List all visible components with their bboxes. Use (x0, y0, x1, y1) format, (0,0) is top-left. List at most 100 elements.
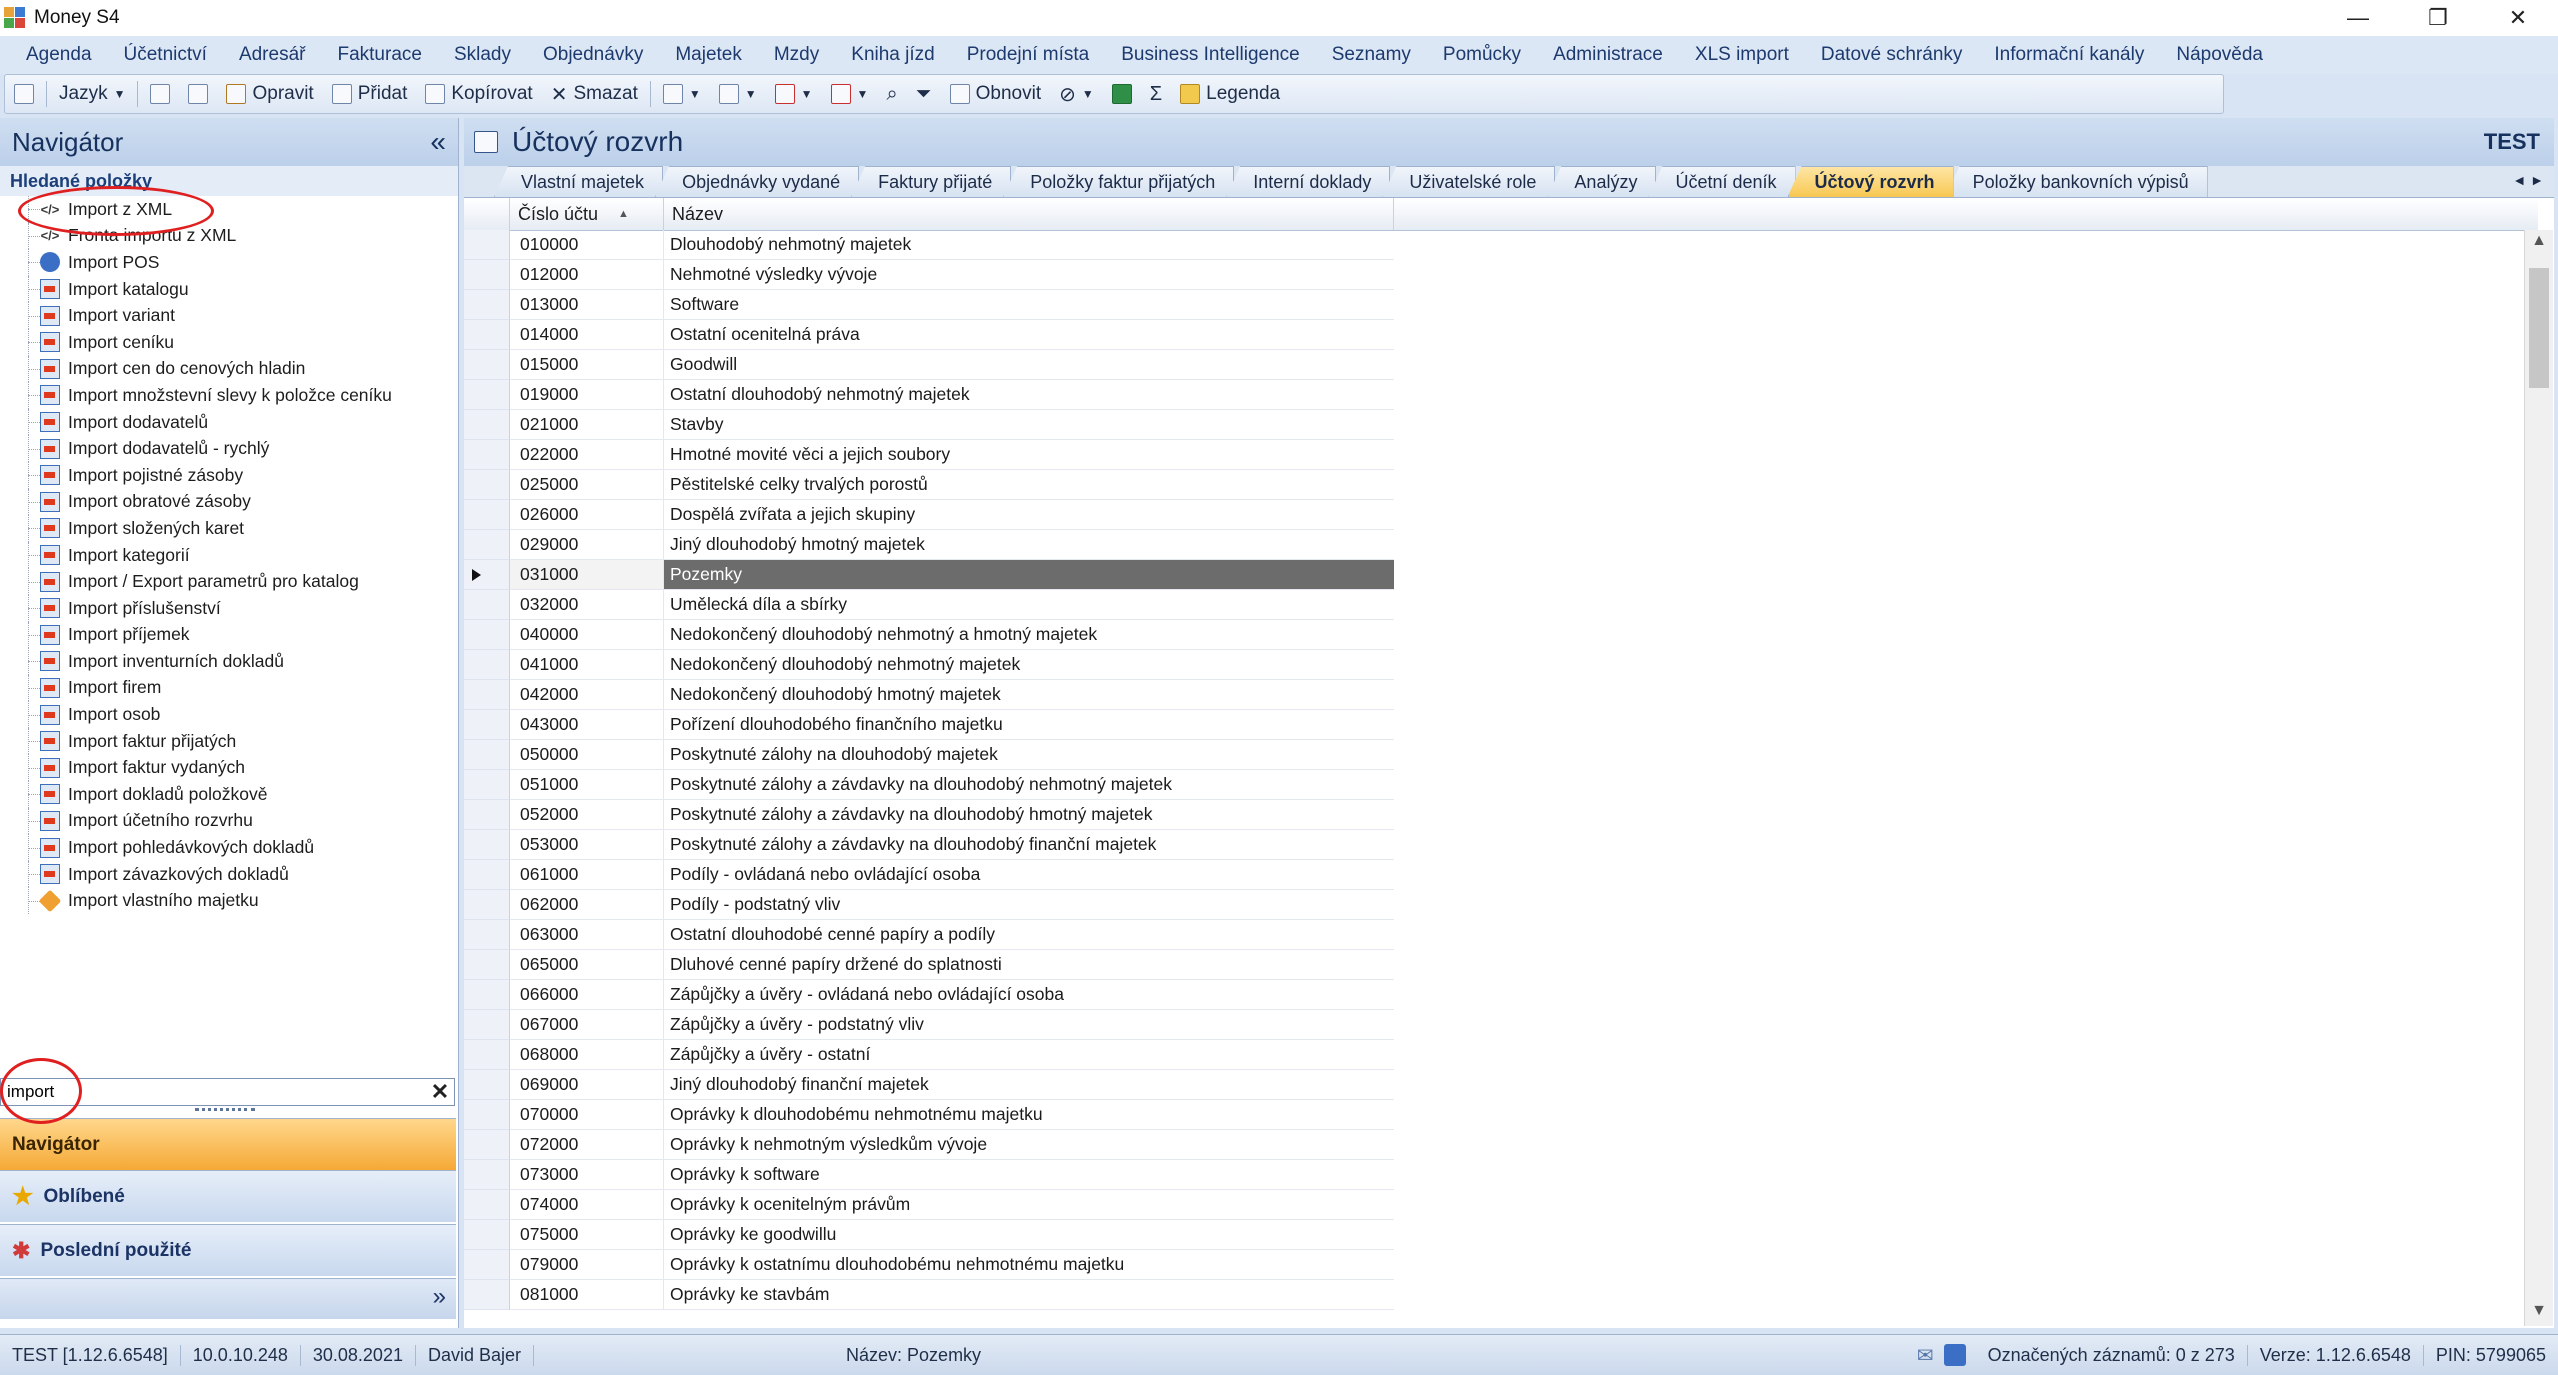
panel-toggle-button[interactable] (5, 75, 43, 113)
account-number-cell[interactable]: 073000 (510, 1160, 664, 1190)
account-name-cell[interactable]: Nedokončený dlouhodobý nehmotný a hmotný… (664, 620, 1394, 650)
account-name-cell[interactable]: Nedokončený dlouhodobý hmotný majetek (664, 680, 1394, 710)
account-number-cell[interactable]: 063000 (510, 920, 664, 950)
account-number-cell[interactable]: 062000 (510, 890, 664, 920)
row-selector[interactable] (464, 980, 510, 1010)
tab[interactable]: Objednávky vydané (655, 166, 860, 197)
find-button[interactable]: ⌕ (877, 75, 906, 113)
table-row[interactable]: 010000 Dlouhodobý nehmotný majetek (464, 230, 2538, 260)
scroll-down-arrow-icon[interactable]: ▼ (2525, 1302, 2553, 1326)
edit-button[interactable]: Opravit (217, 75, 322, 113)
row-selector[interactable] (464, 800, 510, 830)
close-button[interactable]: ✕ (2478, 0, 2558, 36)
account-name-cell[interactable]: Oprávky ke goodwillu (664, 1220, 1394, 1250)
table-row[interactable]: 042000 Nedokončený dlouhodobý hmotný maje… (464, 680, 2538, 710)
table-row[interactable]: 068000 Zápůjčky a úvěry - ostatní (464, 1040, 2538, 1070)
row-selector[interactable] (464, 1040, 510, 1070)
tab[interactable]: Interní doklady (1226, 166, 1391, 197)
row-selector[interactable] (464, 410, 510, 440)
account-name-cell[interactable]: Dlouhodobý nehmotný majetek (664, 230, 1394, 260)
account-number-cell[interactable]: 032000 (510, 590, 664, 620)
table-row[interactable]: 053000 Poskytnuté zálohy a závdavky na dl… (464, 830, 2538, 860)
rss-icon[interactable] (1943, 1344, 1966, 1366)
row-selector[interactable] (464, 560, 510, 590)
account-number-cell[interactable]: 053000 (510, 830, 664, 860)
account-number-cell[interactable]: 065000 (510, 950, 664, 980)
row-selector[interactable] (464, 890, 510, 920)
tab[interactable]: Položky faktur přijatých (1003, 166, 1235, 197)
account-name-cell[interactable]: Pěstitelské celky trvalých porostů (664, 470, 1394, 500)
row-selector[interactable] (464, 590, 510, 620)
row-selector[interactable] (464, 650, 510, 680)
account-name-cell[interactable]: Zápůjčky a úvěry - podstatný vliv (664, 1010, 1394, 1040)
navigator-tree-item[interactable]: Import POS (0, 249, 456, 276)
table-row[interactable]: 013000 Software (464, 290, 2538, 320)
row-selector[interactable] (464, 1190, 510, 1220)
row-selector[interactable] (464, 260, 510, 290)
navigator-tree-item[interactable]: Import vlastního majetku (0, 887, 456, 914)
scrollbar-thumb[interactable] (2529, 268, 2549, 388)
table-row[interactable]: 014000 Ostatní ocenitelná práva (464, 320, 2538, 350)
copy-button[interactable]: Kopírovat (416, 75, 541, 113)
menu-item[interactable]: Mzdy (758, 44, 835, 66)
table-row[interactable]: 019000 Ostatní dlouhodobý nehmotný majete… (464, 380, 2538, 410)
navigator-tree-item[interactable]: Import množstevní slevy k položce ceníku (0, 382, 456, 409)
table-row[interactable]: 031000 Pozemky (464, 560, 2538, 590)
sum-button[interactable]: Σ (1141, 75, 1171, 113)
recent-section-button[interactable]: ✱ Poslední použité (0, 1224, 456, 1276)
navigator-tree-item[interactable]: Import / Export parametrů pro katalog (0, 568, 456, 595)
refresh-button[interactable]: Obnovit (941, 75, 1050, 113)
navigator-tree-item[interactable]: Import složených karet (0, 515, 456, 542)
account-name-cell[interactable]: Podíly - ovládaná nebo ovládající osoba (664, 860, 1394, 890)
account-number-cell[interactable]: 012000 (510, 260, 664, 290)
table-row[interactable]: 040000 Nedokončený dlouhodobý nehmotný a … (464, 620, 2538, 650)
account-number-cell[interactable]: 014000 (510, 320, 664, 350)
account-number-cell[interactable]: 061000 (510, 860, 664, 890)
table-row[interactable]: 029000 Jiný dlouhodobý hmotný majetek (464, 530, 2538, 560)
tab[interactable]: Vlastní majetek (494, 166, 664, 197)
table-row[interactable]: 065000 Dluhové cenné papíry držené do spl… (464, 950, 2538, 980)
navigator-tree-item[interactable]: Import pojistné zásoby (0, 461, 456, 489)
message-icon[interactable]: ✉ (1917, 1343, 1934, 1368)
account-name-cell[interactable]: Poskytnuté zálohy a závdavky na dlouhodo… (664, 800, 1394, 830)
menu-item[interactable]: Objednávky (527, 44, 659, 66)
row-selector[interactable] (464, 920, 510, 950)
account-name-cell[interactable]: Goodwill (664, 350, 1394, 380)
row-selector[interactable] (464, 290, 510, 320)
navigator-tree-item[interactable]: Import závazkových dokladů (0, 860, 456, 888)
navigator-tree-item[interactable]: Import cen do cenových hladin (0, 355, 456, 383)
account-name-cell[interactable]: Nehmotné výsledky vývoje (664, 260, 1394, 290)
splitter-grip[interactable] (195, 1108, 255, 1117)
account-number-cell[interactable]: 051000 (510, 770, 664, 800)
account-number-cell[interactable]: 025000 (510, 470, 664, 500)
account-number-cell[interactable]: 070000 (510, 1100, 664, 1130)
account-name-cell[interactable]: Oprávky k ostatnímu dlouhodobému nehmotn… (664, 1250, 1394, 1280)
table-row[interactable]: 026000 Dospělá zvířata a jejich skupiny (464, 500, 2538, 530)
account-number-cell[interactable]: 067000 (510, 1010, 664, 1040)
account-name-cell[interactable]: Dluhové cenné papíry držené do splatnost… (664, 950, 1394, 980)
account-number-cell[interactable]: 026000 (510, 500, 664, 530)
menu-item[interactable]: Majetek (659, 44, 758, 66)
row-selector[interactable] (464, 380, 510, 410)
account-name-cell[interactable]: Jiný dlouhodobý hmotný majetek (664, 530, 1394, 560)
excel-export-button[interactable] (1103, 75, 1141, 113)
table-row[interactable]: 051000 Poskytnuté zálohy a závdavky na dl… (464, 770, 2538, 800)
menu-item[interactable]: Datové schránky (1805, 44, 1979, 66)
account-number-cell[interactable]: 081000 (510, 1280, 664, 1310)
account-name-cell[interactable]: Dospělá zvířata a jejich skupiny (664, 500, 1394, 530)
row-selector[interactable] (464, 1160, 510, 1190)
menu-item[interactable]: Sklady (438, 44, 527, 66)
account-name-cell[interactable]: Hmotné movité věci a jejich soubory (664, 440, 1394, 470)
menu-item[interactable]: Účetnictví (108, 44, 223, 66)
account-number-cell[interactable]: 040000 (510, 620, 664, 650)
print-preview-button[interactable]: ▼ (710, 75, 766, 113)
navigator-section-button[interactable]: Navigátor (0, 1118, 456, 1170)
account-number-cell[interactable]: 019000 (510, 380, 664, 410)
more-sections-button[interactable]: » (433, 1283, 446, 1311)
table-row[interactable]: 075000 Oprávky ke goodwillu (464, 1220, 2538, 1250)
row-selector[interactable] (464, 500, 510, 530)
table-row[interactable]: 063000 Ostatní dlouhodobé cenné papíry a … (464, 920, 2538, 950)
account-name-cell[interactable]: Pozemky (664, 560, 1394, 590)
table-row[interactable]: 069000 Jiný dlouhodobý finanční majetek (464, 1070, 2538, 1100)
scroll-up-arrow-icon[interactable]: ▲ (2525, 232, 2553, 256)
